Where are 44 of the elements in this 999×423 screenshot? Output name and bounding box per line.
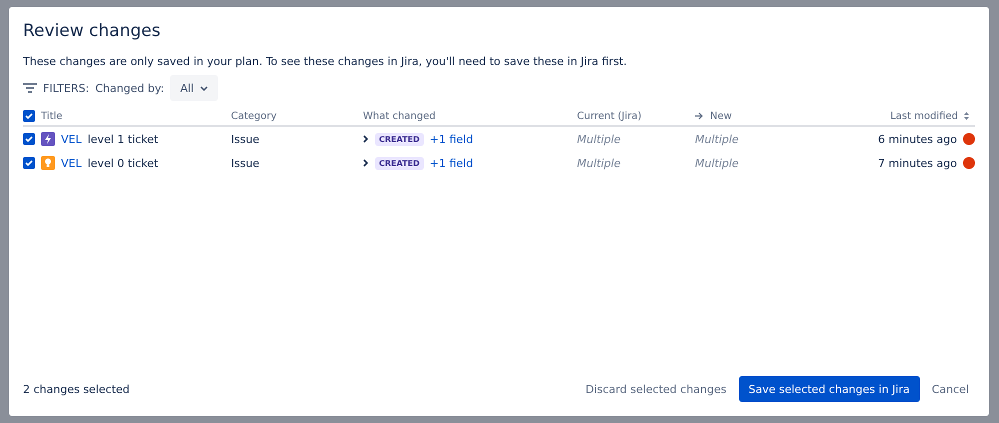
checkbox[interactable] <box>23 157 35 169</box>
filters-label: FILTERS: <box>43 82 90 94</box>
last-modified-cell: 7 minutes ago <box>878 156 957 170</box>
column-header: Title <box>41 110 62 122</box>
cancel-button[interactable]: Cancel <box>926 382 975 396</box>
filter-icon <box>23 83 37 93</box>
issue-key-link[interactable]: VEL <box>61 156 82 170</box>
checkbox[interactable] <box>23 133 35 145</box>
selection-count: 2 changes selected <box>23 382 130 396</box>
category-cell: Issue <box>231 156 260 170</box>
user-avatar <box>963 157 975 169</box>
checkbox[interactable] <box>23 110 35 122</box>
current-value-cell: Multiple <box>577 156 621 170</box>
issue-key-link[interactable]: VEL <box>61 132 82 146</box>
created-lozenge: CREATED <box>375 156 424 170</box>
changed-by-dropdown[interactable]: All <box>170 75 218 101</box>
column-header: What changed <box>363 110 436 122</box>
issue-summary: level 1 ticket <box>88 132 158 146</box>
lightbulb-icon <box>41 156 55 170</box>
issue-summary: level 0 ticket <box>88 156 158 170</box>
created-lozenge: CREATED <box>375 132 424 146</box>
chevron-right-icon[interactable] <box>363 135 369 143</box>
last-modified-cell: 6 minutes ago <box>878 132 957 146</box>
column-header[interactable]: Last modified <box>890 110 958 122</box>
arrow-right-icon <box>695 112 704 120</box>
current-value-cell: Multiple <box>577 132 621 146</box>
dialog-title: Review changes <box>23 20 162 43</box>
column-header: Current (Jira) <box>577 110 642 122</box>
category-cell: Issue <box>231 132 260 146</box>
column-header: New <box>710 110 732 122</box>
field-change-link[interactable]: +1 field <box>430 132 474 146</box>
chevron-right-icon[interactable] <box>363 159 369 167</box>
new-value-cell: Multiple <box>695 156 739 170</box>
chevron-down-icon <box>200 86 208 90</box>
sort-icon <box>964 112 969 120</box>
field-change-link[interactable]: +1 field <box>430 156 474 170</box>
dialog-description: These changes are only saved in your plan. To see these changes in Jira, you'll need to save these in Jira first. <box>23 55 628 69</box>
changed-by-label: Changed by: <box>95 82 164 94</box>
user-avatar <box>963 133 975 145</box>
discard-button[interactable]: Discard selected changes <box>580 382 732 396</box>
save-button[interactable]: Save selected changes in Jira <box>738 376 920 402</box>
column-header: Category <box>231 110 277 122</box>
new-value-cell: Multiple <box>695 132 739 146</box>
lightning-icon <box>41 132 55 146</box>
